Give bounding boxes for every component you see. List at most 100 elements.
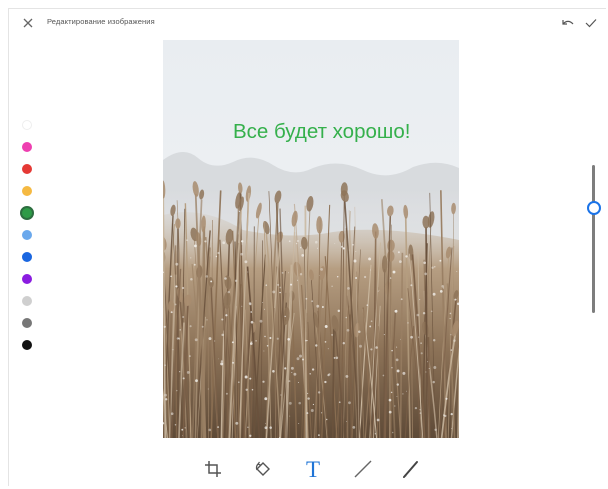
rotate-icon [255,461,270,476]
frost-speck [170,275,172,278]
frost-speck [288,272,289,274]
frost-speck [368,257,372,261]
frost-speck [175,262,179,266]
frost-speck [251,388,254,391]
rotate-tool-button[interactable] [249,455,277,483]
color-swatch[interactable] [22,186,32,196]
undo-button[interactable] [558,14,576,32]
brush-tool-button[interactable] [397,455,425,483]
frost-speck [400,338,401,340]
frost-speck [269,426,272,429]
crop-tool-button[interactable] [199,455,227,483]
frost-speck [250,320,254,324]
frost-speck [331,333,334,336]
frost-speck [394,405,396,407]
frost-speck [272,370,275,373]
color-swatch[interactable] [22,120,32,130]
frost-speck [392,270,396,274]
color-swatch[interactable] [22,164,32,174]
color-swatch[interactable] [22,230,32,240]
text-tool-button[interactable]: T [299,455,327,483]
frost-speck [264,426,268,430]
overlay-text[interactable]: Все будет хорошо! [233,120,410,144]
frost-speck [450,334,452,336]
frost-speck [454,298,457,301]
frost-speck [391,431,394,434]
frost-speck [328,373,331,376]
frost-speck [374,433,376,435]
frost-speck [247,271,249,273]
frost-speck [249,377,252,380]
frost-speck [205,275,209,278]
frost-speck [416,313,420,317]
frost-speck [182,315,185,319]
done-button[interactable] [582,14,600,32]
frost-speck [340,245,343,248]
frost-speck [263,308,265,310]
frost-speck [376,418,380,422]
frost-speck [298,423,300,425]
frost-speck [305,297,308,300]
line-tool-button[interactable] [349,455,377,483]
image-canvas[interactable] [163,40,459,438]
frost-speck [321,412,323,414]
frost-speck [407,322,409,324]
frost-speck [428,368,430,369]
frost-speck [363,275,367,279]
color-swatch[interactable] [22,142,32,152]
frost-speck [237,381,240,384]
frost-speck [377,290,379,292]
frost-speck [295,242,298,245]
frost-speck [336,275,339,278]
frost-speck [299,273,303,276]
frost-speck [405,255,408,258]
frost-speck [352,244,354,246]
frost-speck [297,382,299,384]
color-swatch[interactable] [22,252,32,262]
frost-speck [251,341,253,343]
frost-speck [375,346,378,349]
frost-speck [382,374,385,377]
slider-handle[interactable] [587,200,601,215]
frost-speck [181,286,185,290]
frost-speck [269,336,272,340]
frost-speck [176,389,178,392]
frost-speck [306,392,309,395]
frost-speck [179,371,181,373]
frost-speck [346,421,348,423]
text-icon: T [305,456,321,482]
color-swatch[interactable] [22,274,32,284]
frost-speck [456,270,458,272]
color-swatch[interactable] [22,296,32,306]
frost-speck [249,303,252,306]
frost-speck [450,349,452,351]
frost-speck [396,396,398,398]
frost-speck [215,255,218,258]
check-icon [585,19,597,28]
frost-speck [410,284,413,287]
frost-speck [263,350,265,352]
slider-track[interactable] [592,165,595,313]
frost-speck [220,362,224,366]
undo-icon [562,20,574,25]
frost-speck [231,341,234,344]
frost-speck [302,358,304,361]
frost-speck [204,240,207,243]
frost-speck [346,328,350,332]
frost-speck [388,398,392,402]
size-slider[interactable] [586,165,602,313]
color-swatch[interactable] [20,206,34,220]
frost-speck [410,335,413,339]
frost-speck [189,325,192,328]
frost-speck [338,401,341,404]
frost-speck [163,325,166,328]
frost-speck [225,392,228,395]
frost-speck [291,372,293,373]
frost-speck [427,361,429,363]
close-button[interactable] [20,15,36,31]
color-swatch[interactable] [22,340,32,350]
frost-speck [450,412,453,416]
frost-speck [309,373,311,375]
color-swatch[interactable] [22,318,32,328]
crop-icon [205,461,221,477]
